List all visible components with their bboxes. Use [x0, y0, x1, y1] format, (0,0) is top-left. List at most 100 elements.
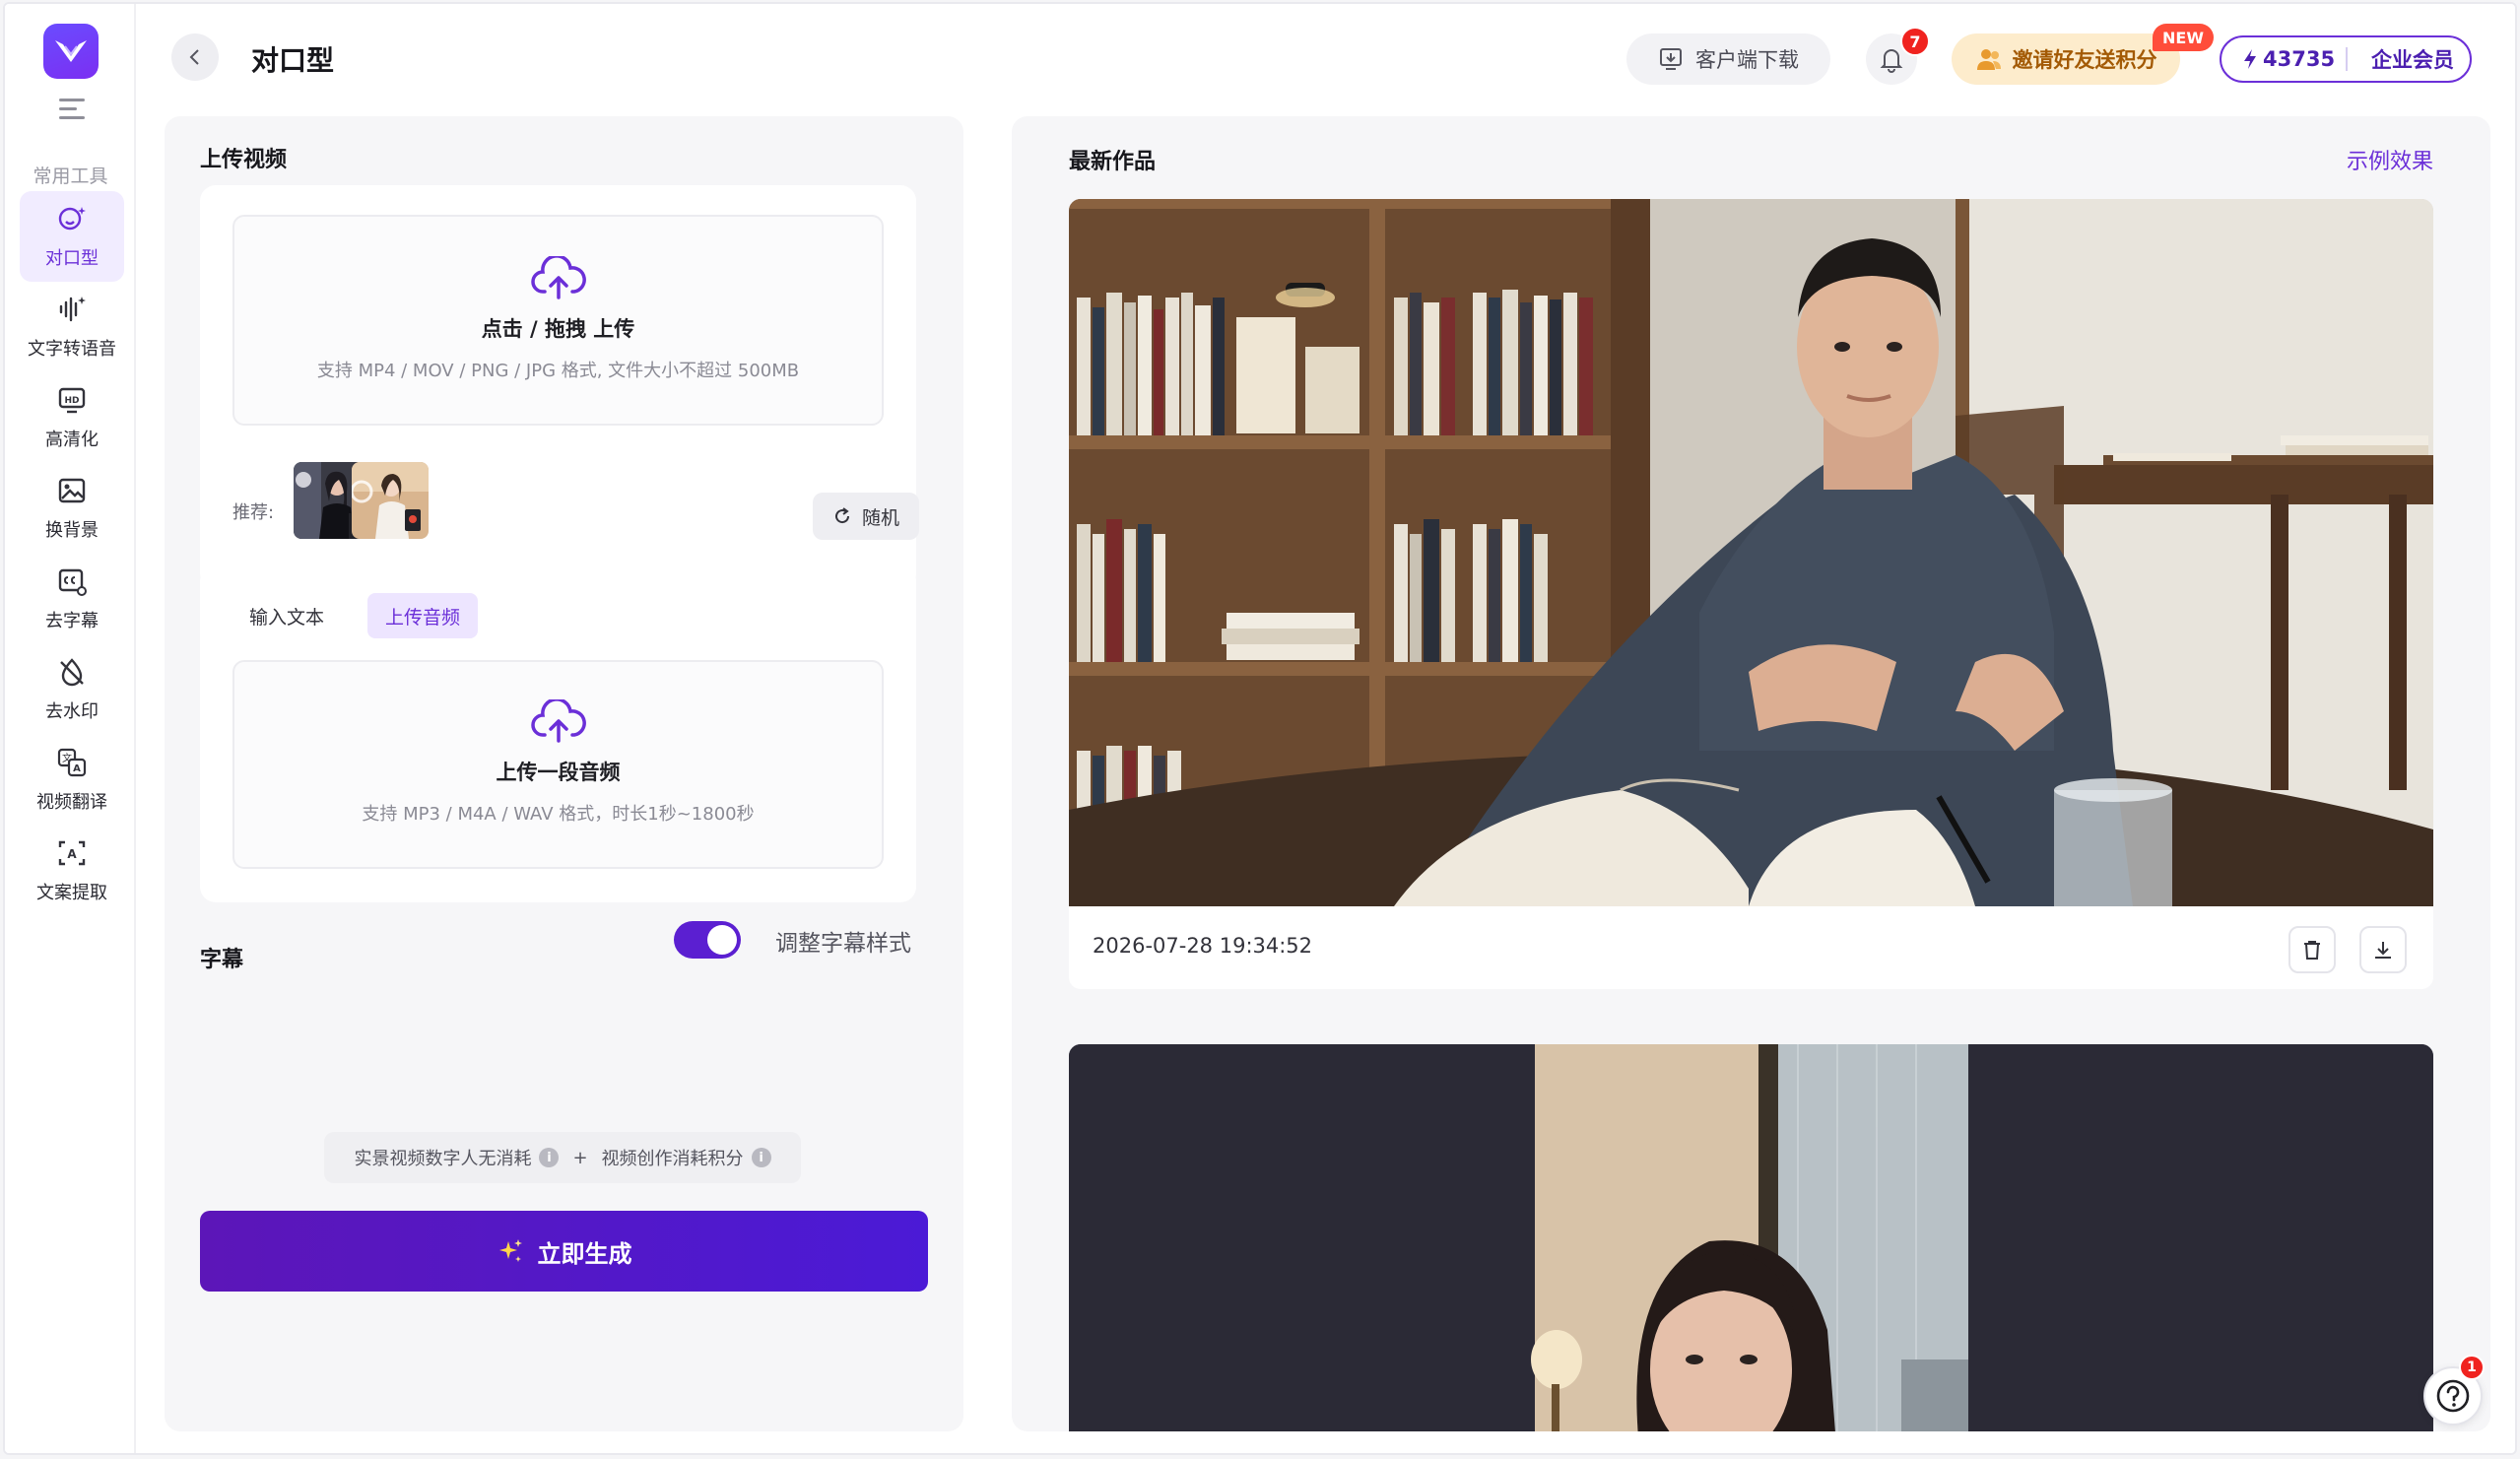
info-icon[interactable]: i: [539, 1148, 560, 1167]
new-badge: NEW: [2153, 24, 2214, 51]
trash-icon: [2304, 941, 2320, 960]
sidebar-item-text-extract[interactable]: A 文案提取: [20, 826, 124, 916]
app-logo[interactable]: [43, 24, 99, 79]
chevron-left-icon: [189, 49, 199, 65]
script-card: 输入文本 上传音频 上传一段音频 支持 MP3 / M4A / WAV 格式，时…: [200, 565, 916, 902]
video-dropzone-hint: 支持 MP4 / MOV / PNG / JPG 格式, 文件大小不超过 500…: [316, 361, 800, 381]
invite-friends-button[interactable]: 邀请好友送积分: [1952, 33, 2180, 85]
text-extract-icon: A: [58, 840, 86, 866]
audio-dropzone-hint: 支持 MP3 / M4A / WAV 格式，时长1秒~1800秒: [362, 804, 755, 825]
notification-count-badge: 7: [1900, 27, 1930, 56]
sidebar-item-label: 换背景: [45, 520, 99, 541]
generate-button[interactable]: 立即生成: [200, 1211, 928, 1292]
tts-waveform-icon: [59, 297, 86, 322]
sidebar-item-hd[interactable]: HD 高清化: [20, 372, 124, 463]
sidebar-item-remove-subtitle[interactable]: 去字幕: [20, 554, 124, 644]
svg-text:A: A: [73, 763, 81, 774]
work-card[interactable]: [1069, 1044, 2433, 1431]
cloud-upload-icon: [530, 256, 586, 299]
random-script-button[interactable]: 随机: [813, 493, 919, 540]
page-title: 对口型: [251, 44, 335, 77]
sidebar-item-label: 高清化: [45, 430, 99, 450]
points-value: 43735: [2263, 47, 2336, 71]
download-icon: [2375, 942, 2391, 959]
subtitle-title: 字幕: [200, 948, 244, 972]
refresh-icon: [835, 507, 849, 524]
video-thumbnail-woman: [1069, 1044, 2433, 1431]
sidebar-item-label: 去水印: [45, 701, 99, 722]
adjust-subtitle-style-link[interactable]: 调整字幕样式: [775, 924, 911, 958]
client-download-button[interactable]: 客户端下载: [1626, 33, 1830, 85]
sidebar-item-label: 文案提取: [36, 883, 107, 903]
video-dropzone-text: 点击 / 拖拽 上传: [481, 317, 635, 341]
remove-subtitle-icon: [58, 568, 87, 596]
hd-icon: HD: [58, 387, 86, 414]
bell-icon: [1880, 49, 1903, 73]
recommended-video-thumbnail[interactable]: [352, 462, 429, 539]
sidebar-item-label: 对口型: [45, 248, 99, 269]
work-card[interactable]: 2026-07-28 19:34:52: [1069, 199, 2433, 989]
upload-video-title: 上传视频: [200, 148, 288, 172]
help-notification-badge: 1: [2459, 1355, 2485, 1380]
points-balance: 43735: [2222, 47, 2346, 71]
membership-button[interactable]: 43735 企业会员: [2220, 35, 2472, 83]
upload-video-card: 点击 / 拖拽 上传 支持 MP4 / MOV / PNG / JPG 格式, …: [200, 185, 916, 589]
cloud-upload-icon: [530, 699, 586, 743]
toggle-knob: [707, 925, 737, 955]
video-thumbnail-man-reading: [1069, 199, 2433, 906]
image-background-icon: [58, 478, 86, 503]
remove-watermark-icon: [60, 658, 84, 687]
example-effects-link[interactable]: 示例效果: [2347, 144, 2433, 175]
random-label: 随机: [861, 506, 899, 529]
tab-upload-audio[interactable]: 上传音频: [367, 593, 479, 638]
work-timestamp: 2026-07-28 19:34:52: [1093, 934, 1313, 958]
sidebar-item-label: 视频翻译: [36, 792, 107, 813]
download-client-icon: [1660, 48, 1682, 70]
sidebar-item-video-translate[interactable]: 文A 视频翻译: [20, 735, 124, 826]
subtitle-toggle[interactable]: [674, 921, 741, 959]
app-window: 常用工具 对口型 文字转语音 HD 高清化 换背景 去字幕 去水印 文A 视频翻…: [3, 2, 2517, 1455]
translate-icon: 文A: [57, 748, 87, 777]
sidebar-item-tts[interactable]: 文字转语音: [20, 282, 124, 372]
client-download-label: 客户端下载: [1695, 48, 1799, 72]
sidebar-section-label: 常用工具: [33, 166, 108, 187]
delete-work-button[interactable]: [2288, 926, 2336, 973]
lipsync-icon: [58, 207, 86, 231]
users-icon: [1976, 49, 2001, 70]
svg-text:A: A: [67, 847, 77, 861]
work-video-preview[interactable]: [1069, 199, 2433, 906]
info-icon[interactable]: i: [751, 1148, 771, 1167]
sidebar-item-label: 文字转语音: [28, 339, 116, 360]
logo-icon: [55, 40, 87, 62]
member-tier-label: 企业会员: [2371, 48, 2454, 72]
audio-dropzone[interactable]: 上传一段音频 支持 MP3 / M4A / WAV 格式，时长1秒~1800秒: [232, 660, 884, 869]
sidebar-item-background[interactable]: 换背景: [20, 463, 124, 554]
sidebar-item-remove-watermark[interactable]: 去水印: [20, 644, 124, 735]
help-icon: [2436, 1379, 2470, 1413]
cost-note-part1: 实景视频数字人无消耗: [354, 1149, 532, 1169]
invite-friends-label: 邀请好友送积分: [2012, 48, 2157, 72]
creation-panel: 上传视频 点击 / 拖拽 上传 支持 MP4 / MOV / PNG / JPG…: [165, 116, 963, 1431]
menu-toggle-icon[interactable]: [59, 99, 85, 120]
sidebar-item-label: 去字幕: [45, 611, 99, 631]
download-work-button[interactable]: [2359, 926, 2407, 973]
top-bar: 对口型 客户端下载 7 邀请好友送积分 NEW 43735 企业会员: [136, 4, 2515, 112]
cost-note-part2: 视频创作消耗积分: [601, 1149, 744, 1169]
back-button[interactable]: [171, 33, 219, 81]
works-panel: 最新作品 示例效果 2026-07-28 19:34:52: [1012, 116, 2490, 1431]
generate-label: 立即生成: [537, 1239, 632, 1268]
tab-input-text[interactable]: 输入文本: [232, 593, 342, 638]
video-dropzone[interactable]: 点击 / 拖拽 上传 支持 MP4 / MOV / PNG / JPG 格式, …: [232, 215, 884, 426]
recommended-thumbnail-image: [352, 462, 429, 539]
cost-plus: +: [572, 1147, 588, 1168]
svg-text:HD: HD: [64, 396, 79, 406]
sparkle-icon: [498, 1239, 522, 1262]
latest-works-title: 最新作品: [1069, 150, 1157, 174]
sidebar: 常用工具 对口型 文字转语音 HD 高清化 换背景 去字幕 去水印 文A 视频翻…: [5, 4, 136, 1453]
work-card-footer: 2026-07-28 19:34:52: [1069, 906, 2433, 989]
audio-dropzone-text: 上传一段音频: [496, 761, 621, 784]
recommend-label: 推荐:: [232, 502, 275, 523]
cost-note: 实景视频数字人无消耗 i + 视频创作消耗积分 i: [324, 1132, 801, 1183]
lightning-icon: [2244, 49, 2256, 69]
sidebar-item-lipsync[interactable]: 对口型: [20, 191, 124, 282]
